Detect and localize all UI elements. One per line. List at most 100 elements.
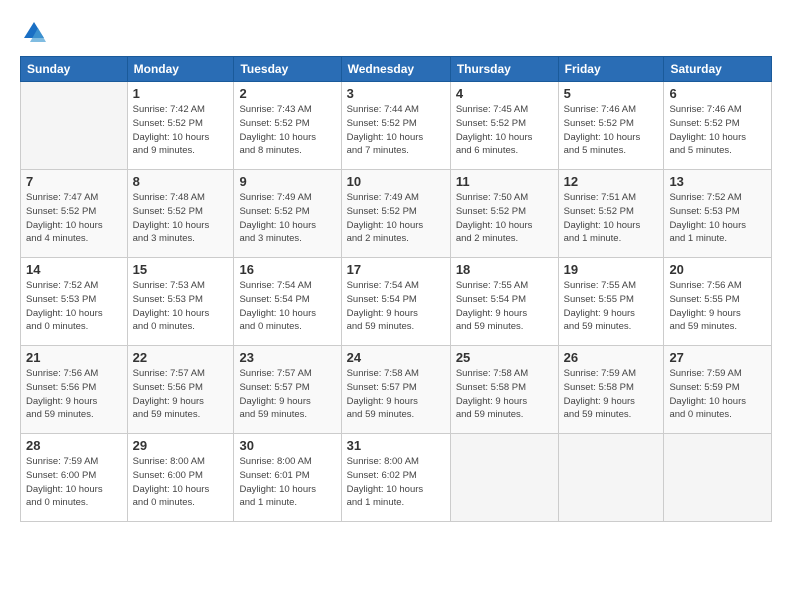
day-info: Sunrise: 7:43 AM Sunset: 5:52 PM Dayligh… [239,103,335,158]
day-number: 1 [133,86,229,101]
day-info: Sunrise: 7:54 AM Sunset: 5:54 PM Dayligh… [347,279,445,334]
day-number: 11 [456,174,553,189]
day-number: 13 [669,174,766,189]
calendar-cell: 22Sunrise: 7:57 AM Sunset: 5:56 PM Dayli… [127,346,234,434]
day-number: 31 [347,438,445,453]
day-info: Sunrise: 7:57 AM Sunset: 5:56 PM Dayligh… [133,367,229,422]
calendar-cell: 30Sunrise: 8:00 AM Sunset: 6:01 PM Dayli… [234,434,341,522]
calendar-cell: 21Sunrise: 7:56 AM Sunset: 5:56 PM Dayli… [21,346,128,434]
day-number: 17 [347,262,445,277]
calendar-cell [450,434,558,522]
day-number: 20 [669,262,766,277]
calendar-cell: 4 Sunrise: 7:45 AM Sunset: 5:52 PM Daylig… [450,82,558,170]
day-header-tuesday: Tuesday [234,57,341,82]
day-info: Sunrise: 7:42 AM Sunset: 5:52 PM Dayligh… [133,103,229,158]
calendar-cell: 7 Sunrise: 7:47 AM Sunset: 5:52 PM Daylig… [21,170,128,258]
day-info: Sunrise: 7:59 AM Sunset: 5:59 PM Dayligh… [669,367,766,422]
day-info: Sunrise: 7:44 AM Sunset: 5:52 PM Dayligh… [347,103,445,158]
calendar-cell: 18Sunrise: 7:55 AM Sunset: 5:54 PM Dayli… [450,258,558,346]
calendar-cell: 17 Sunrise: 7:54 AM Sunset: 5:54 PM Dayli… [341,258,450,346]
day-info: Sunrise: 7:50 AM Sunset: 5:52 PM Dayligh… [456,191,553,246]
day-info: Sunrise: 7:49 AM Sunset: 5:52 PM Dayligh… [347,191,445,246]
day-number: 4 [456,86,553,101]
week-row-1: 7 Sunrise: 7:47 AM Sunset: 5:52 PM Daylig… [21,170,772,258]
day-number: 9 [239,174,335,189]
calendar-cell: 19 Sunrise: 7:55 AM Sunset: 5:55 PM Dayli… [558,258,664,346]
week-row-4: 28 Sunrise: 7:59 AM Sunset: 6:00 PM Dayli… [21,434,772,522]
day-info: Sunrise: 7:59 AM Sunset: 6:00 PM Dayligh… [26,455,122,510]
day-info: Sunrise: 8:00 AM Sunset: 6:02 PM Dayligh… [347,455,445,510]
logo [20,18,52,46]
day-info: Sunrise: 7:58 AM Sunset: 5:58 PM Dayligh… [456,367,553,422]
day-info: Sunrise: 7:57 AM Sunset: 5:57 PM Dayligh… [239,367,335,422]
day-header-saturday: Saturday [664,57,772,82]
calendar-header-row: SundayMondayTuesdayWednesdayThursdayFrid… [21,57,772,82]
calendar-cell: 29 Sunrise: 8:00 AM Sunset: 6:00 PM Dayli… [127,434,234,522]
calendar-cell [558,434,664,522]
calendar-cell: 3 Sunrise: 7:44 AM Sunset: 5:52 PM Daylig… [341,82,450,170]
calendar-table: SundayMondayTuesdayWednesdayThursdayFrid… [20,56,772,522]
day-info: Sunrise: 7:47 AM Sunset: 5:52 PM Dayligh… [26,191,122,246]
day-header-wednesday: Wednesday [341,57,450,82]
day-info: Sunrise: 7:49 AM Sunset: 5:52 PM Dayligh… [239,191,335,246]
calendar-cell: 12 Sunrise: 7:51 AM Sunset: 5:52 PM Dayli… [558,170,664,258]
day-info: Sunrise: 7:45 AM Sunset: 5:52 PM Dayligh… [456,103,553,158]
calendar-cell: 23 Sunrise: 7:57 AM Sunset: 5:57 PM Dayli… [234,346,341,434]
day-info: Sunrise: 7:55 AM Sunset: 5:55 PM Dayligh… [564,279,659,334]
day-number: 15 [133,262,229,277]
day-info: Sunrise: 7:51 AM Sunset: 5:52 PM Dayligh… [564,191,659,246]
day-number: 7 [26,174,122,189]
day-info: Sunrise: 7:59 AM Sunset: 5:58 PM Dayligh… [564,367,659,422]
day-number: 10 [347,174,445,189]
day-header-thursday: Thursday [450,57,558,82]
calendar-cell: 5Sunrise: 7:46 AM Sunset: 5:52 PM Daylig… [558,82,664,170]
calendar-cell: 26 Sunrise: 7:59 AM Sunset: 5:58 PM Dayli… [558,346,664,434]
day-info: Sunrise: 7:48 AM Sunset: 5:52 PM Dayligh… [133,191,229,246]
calendar-cell: 13 Sunrise: 7:52 AM Sunset: 5:53 PM Dayli… [664,170,772,258]
day-number: 3 [347,86,445,101]
day-number: 12 [564,174,659,189]
day-number: 23 [239,350,335,365]
day-number: 25 [456,350,553,365]
day-number: 6 [669,86,766,101]
day-info: Sunrise: 8:00 AM Sunset: 6:00 PM Dayligh… [133,455,229,510]
calendar-cell: 9 Sunrise: 7:49 AM Sunset: 5:52 PM Daylig… [234,170,341,258]
calendar-cell [21,82,128,170]
day-info: Sunrise: 7:46 AM Sunset: 5:52 PM Dayligh… [669,103,766,158]
day-number: 16 [239,262,335,277]
day-number: 24 [347,350,445,365]
day-number: 30 [239,438,335,453]
calendar-cell: 27 Sunrise: 7:59 AM Sunset: 5:59 PM Dayli… [664,346,772,434]
day-number: 29 [133,438,229,453]
calendar-cell: 25 Sunrise: 7:58 AM Sunset: 5:58 PM Dayli… [450,346,558,434]
header [20,18,772,46]
day-info: Sunrise: 7:46 AM Sunset: 5:52 PM Dayligh… [564,103,659,158]
calendar-cell: 20 Sunrise: 7:56 AM Sunset: 5:55 PM Dayli… [664,258,772,346]
day-number: 18 [456,262,553,277]
day-info: Sunrise: 7:52 AM Sunset: 5:53 PM Dayligh… [26,279,122,334]
day-number: 26 [564,350,659,365]
day-header-friday: Friday [558,57,664,82]
day-info: Sunrise: 7:53 AM Sunset: 5:53 PM Dayligh… [133,279,229,334]
calendar-cell: 11 Sunrise: 7:50 AM Sunset: 5:52 PM Dayli… [450,170,558,258]
week-row-3: 21Sunrise: 7:56 AM Sunset: 5:56 PM Dayli… [21,346,772,434]
calendar-cell: 15 Sunrise: 7:53 AM Sunset: 5:53 PM Dayli… [127,258,234,346]
day-number: 27 [669,350,766,365]
calendar-cell: 14 Sunrise: 7:52 AM Sunset: 5:53 PM Dayli… [21,258,128,346]
day-number: 19 [564,262,659,277]
day-info: Sunrise: 7:52 AM Sunset: 5:53 PM Dayligh… [669,191,766,246]
day-number: 21 [26,350,122,365]
day-number: 14 [26,262,122,277]
page: SundayMondayTuesdayWednesdayThursdayFrid… [0,0,792,532]
day-number: 28 [26,438,122,453]
calendar-cell: 16Sunrise: 7:54 AM Sunset: 5:54 PM Dayli… [234,258,341,346]
calendar-cell: 1 Sunrise: 7:42 AM Sunset: 5:52 PM Daylig… [127,82,234,170]
week-row-0: 1 Sunrise: 7:42 AM Sunset: 5:52 PM Daylig… [21,82,772,170]
calendar-cell: 8 Sunrise: 7:48 AM Sunset: 5:52 PM Daylig… [127,170,234,258]
day-number: 8 [133,174,229,189]
calendar-cell: 10 Sunrise: 7:49 AM Sunset: 5:52 PM Dayli… [341,170,450,258]
calendar-cell: 2Sunrise: 7:43 AM Sunset: 5:52 PM Daylig… [234,82,341,170]
calendar-cell: 24 Sunrise: 7:58 AM Sunset: 5:57 PM Dayli… [341,346,450,434]
day-info: Sunrise: 7:56 AM Sunset: 5:55 PM Dayligh… [669,279,766,334]
day-info: Sunrise: 7:58 AM Sunset: 5:57 PM Dayligh… [347,367,445,422]
